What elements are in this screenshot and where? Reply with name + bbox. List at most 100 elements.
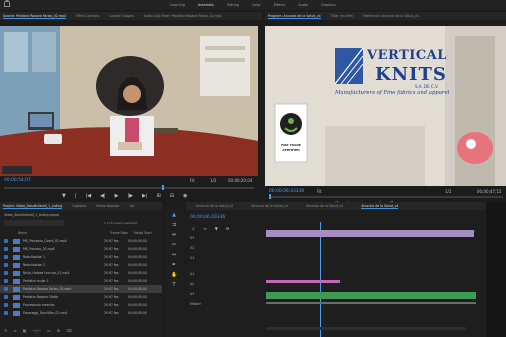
tab-libraries[interactable]: Lib (130, 204, 135, 208)
project-search-input[interactable] (4, 220, 64, 226)
export-frame-icon[interactable]: ◉ (183, 193, 187, 199)
program-page-indicator[interactable]: 1/2 (445, 189, 451, 194)
new-item-icon[interactable]: ⊞ (57, 328, 60, 333)
tab-effect-controls[interactable]: Effect Controls (76, 14, 99, 18)
source-page-indicator[interactable]: 1/2 (210, 178, 216, 183)
track-master[interactable]: Master (190, 302, 260, 312)
tab-lumetri-scopes[interactable]: Lumetri Scopes (109, 14, 134, 18)
source-tab-row: Source: Pediatra Rosana Farias_02.mp4 Ef… (0, 12, 262, 20)
step-forward-icon[interactable]: |▶ (127, 193, 133, 199)
label-color-chip (4, 271, 8, 275)
timeline-timecode[interactable]: 00;00;06;43336 (190, 215, 225, 220)
razor-tool-icon[interactable]: ✂ (171, 242, 177, 248)
program-timecode[interactable]: 00;00;06;43336 (269, 189, 304, 194)
mark-in-icon[interactable]: ▼ (62, 193, 66, 199)
audio-clip-strip[interactable] (266, 302, 476, 304)
list-item[interactable]: Procesando mezclas 29.97 fps 00;00;00;00 (0, 301, 162, 309)
tab-sequence-v4[interactable]: Anuncio de la Salud_v4 (361, 204, 399, 209)
tab-sequence-v2[interactable]: Anuncio de la Salud_v2 (196, 204, 233, 208)
snap-icon[interactable]: ⊂ (192, 226, 195, 231)
link-icon[interactable]: ∞ (203, 226, 206, 231)
column-name[interactable]: Name (18, 231, 110, 235)
new-bin-icon[interactable]: ▭ (47, 328, 51, 333)
track-a1[interactable]: A1 (190, 272, 260, 282)
audio-clip[interactable] (266, 292, 476, 299)
item-frame-rate: 29.97 fps (104, 255, 119, 259)
tools-panel: ▲ ⇉ ⇹ ✂ ↔ ✒ ✋ T (165, 208, 183, 337)
workspace-color[interactable]: Color (252, 3, 261, 7)
column-media-start[interactable]: Media Start (134, 231, 152, 235)
tab-media-browser[interactable]: Media Browser (96, 204, 120, 208)
step-back-icon[interactable]: ◀| (100, 193, 106, 199)
program-video-frame[interactable]: VERTICAL KNITS S.A. DE C.V. Manufacturer… (265, 26, 506, 186)
workspace-learning[interactable]: Learning (170, 3, 185, 7)
trash-icon[interactable]: ⌫ (66, 328, 72, 333)
hand-tool-icon[interactable]: ✋ (171, 272, 177, 278)
tab-titler[interactable]: Titler (no title) (331, 14, 354, 18)
list-item[interactable]: Pacaraggi_TouchBar_02.mp4 29.97 fps 00;00;… (0, 309, 162, 317)
selection-tool-icon[interactable]: ▲ (171, 212, 177, 218)
project-item-count: 1 of 16 items selected (104, 221, 138, 225)
timeline-toolbar: ⊂ ∞ ▼ ⚙ (192, 226, 229, 231)
wrench-icon[interactable]: ⚙ (226, 226, 230, 231)
tab-source[interactable]: Source: Pediatra Rosana Farias_02.mp4 (3, 14, 66, 19)
list-view-icon[interactable]: ≡ (13, 328, 16, 333)
list-item[interactable]: ME_Processo_Coord_02.mp4 29.97 fps 00;00;0… (0, 237, 162, 245)
ripple-edit-icon[interactable]: ⇹ (171, 232, 177, 238)
add-marker-icon[interactable]: ▼ (215, 226, 218, 231)
list-item[interactable]: Pediatra Rosana Sibilia 29.97 fps 00;00;00… (0, 293, 162, 301)
timeline-scrollbar[interactable] (266, 327, 466, 330)
type-tool-icon[interactable]: T (171, 282, 177, 288)
slip-tool-icon[interactable]: ↔ (171, 252, 177, 258)
icon-view-icon[interactable]: ▦ (23, 328, 27, 333)
pen-tool-icon[interactable]: ✒ (171, 262, 177, 268)
item-media-start: 00;00;00;00 (128, 279, 147, 283)
list-item[interactable]: ME_Proceso_02.mp4 29.97 fps 00;00;00;00 (0, 245, 162, 253)
workspace-editing[interactable]: Editing (227, 3, 239, 7)
tab-project[interactable]: Project: Video_SaludInfantil_1_Listing (3, 204, 63, 209)
play-icon[interactable]: ▶ (115, 193, 119, 199)
list-item[interactable]: Nebulization 2 29.97 fps 00;00;00;00 (0, 261, 162, 269)
workspace-effects[interactable]: Effects (274, 3, 286, 7)
tab-reference[interactable]: Reference: Anuncio de la Salud_v4 (364, 14, 419, 18)
track-v1[interactable]: V1 (190, 256, 260, 266)
source-playhead[interactable] (162, 185, 164, 190)
go-to-out-icon[interactable]: ▶| (142, 193, 148, 199)
pencil-icon[interactable]: ✎ (4, 328, 7, 333)
track-a3[interactable]: A3 (190, 292, 260, 302)
list-item[interactable]: Pediatra mujer 1 29.97 fps 00;00;00;00 (0, 277, 162, 285)
track-v3[interactable]: V3 (190, 236, 260, 246)
source-scrub-bar[interactable] (4, 187, 254, 189)
list-item[interactable]: Ninja_Hotsea Lectura_01.mp4 29.97 fps 00;0… (0, 269, 162, 277)
tab-sequence-v1[interactable]: Anuncio de la Salud_v1 (251, 204, 288, 208)
mark-out-icon[interactable]: | (75, 193, 77, 199)
pink-clip[interactable] (266, 280, 340, 283)
home-icon[interactable] (4, 0, 10, 7)
list-item[interactable]: Nebulization 1 29.97 fps 00;00;00;00 (0, 253, 162, 261)
project-tab-row: Project: Video_SaludInfantil_1_Listing C… (0, 202, 162, 210)
workspace-graphics[interactable]: Graphics (321, 3, 336, 7)
tab-audio-clip-mixer[interactable]: Audio Clip Mixer: Pediatra Rosana Farias… (144, 14, 222, 18)
zoom-slider[interactable]: ─○─ (33, 328, 41, 333)
program-scrub-bar[interactable] (269, 196, 503, 198)
track-select-icon[interactable]: ⇉ (171, 222, 177, 228)
program-playhead[interactable] (269, 194, 271, 199)
list-item[interactable]: Pediatra Rosana Farias_02.mp4 29.97 fps 00… (0, 285, 162, 293)
program-fit-dropdown[interactable]: Fit (317, 189, 322, 194)
tab-program[interactable]: Program: Anuncio de la Salud_v4 (268, 14, 321, 19)
overwrite-icon[interactable]: ⊟ (170, 193, 174, 199)
source-timecode[interactable]: 00;00;54;07 (4, 178, 31, 183)
insert-icon[interactable]: ⊞ (157, 193, 161, 199)
tab-sequence-v3[interactable]: Anuncio de la Salud_v3 (306, 204, 343, 208)
column-frame-rate[interactable]: Frame Rate (110, 231, 134, 235)
track-a2[interactable]: A2 (190, 282, 260, 292)
tab-captions[interactable]: Captions (72, 204, 86, 208)
source-video-frame[interactable] (0, 26, 258, 176)
source-fit-dropdown[interactable]: Fit (190, 178, 195, 183)
video-clip[interactable] (266, 230, 474, 237)
audio-meter-panel (486, 202, 506, 337)
track-v2[interactable]: V2 (190, 246, 260, 256)
workspace-assembly[interactable]: Assembly (198, 3, 214, 7)
workspace-audio[interactable]: Audio (298, 3, 308, 7)
go-to-in-icon[interactable]: |◀ (86, 193, 92, 199)
